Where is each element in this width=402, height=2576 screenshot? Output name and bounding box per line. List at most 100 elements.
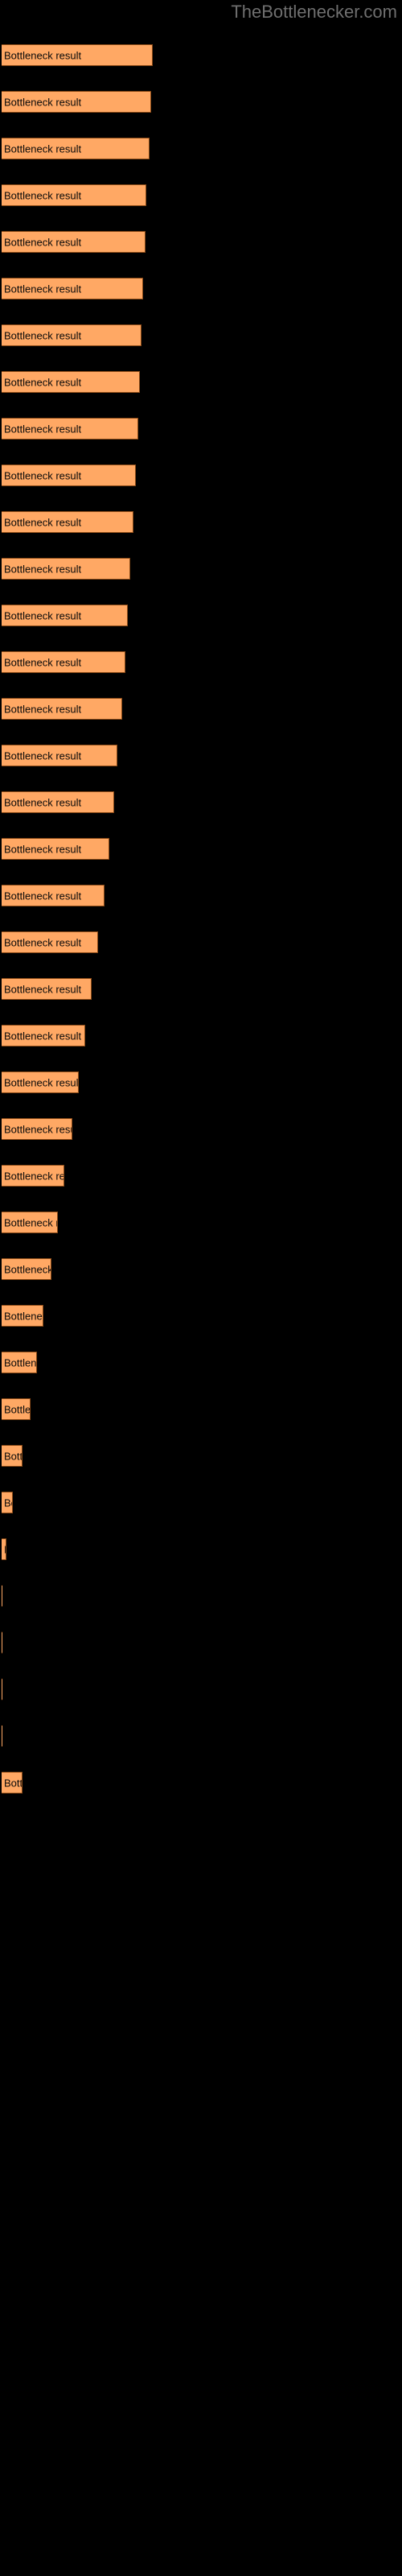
bar[interactable]: Bottleneck result [2, 278, 143, 299]
bar[interactable]: Bottleneck result [2, 138, 150, 159]
bar-chart-plot-area: Bottleneck result Bottleneck result Bottle… [0, 0, 402, 2576]
bar-row: Bottleneck result [0, 511, 402, 535]
bar[interactable]: Bottleneck result [2, 1212, 58, 1233]
bar-row: Bottleneck result [0, 1352, 402, 1375]
bar[interactable]: Bottleneck result [2, 1305, 43, 1327]
bar-label: Bottleneck result [4, 1263, 51, 1275]
bar-label: Bottleneck result [4, 983, 82, 995]
bar[interactable]: Bottleneck result [2, 698, 122, 720]
bar-label: Bottleneck result [4, 656, 82, 668]
bar[interactable]: Bottleneck result [2, 838, 109, 860]
bar-label: Bottleneck result [4, 609, 82, 621]
bar-row: Bottleneck result [0, 558, 402, 581]
bar-label: Bottleneck result [4, 376, 82, 388]
bar-row: Bottleneck result [0, 885, 402, 908]
bar[interactable]: Bottleneck result [2, 605, 128, 626]
bar[interactable]: Bottleneck result [2, 1352, 37, 1373]
bar-row [0, 1725, 402, 1748]
bar-label: Bottleneck result [4, 1543, 6, 1555]
bar-row: Bottleneck result [0, 184, 402, 208]
bar-label: Bottleneck result [4, 749, 82, 762]
bar-row [0, 1585, 402, 1608]
bar[interactable]: Bottleneck result [2, 464, 136, 486]
bar-row: Bottleneck result [0, 1118, 402, 1141]
bar-row: Bottleneck result [0, 138, 402, 161]
bar[interactable]: Bottleneck result [2, 931, 98, 953]
bar[interactable]: Bottleneck result [2, 1492, 13, 1513]
bar-label: Bottleneck result [4, 49, 82, 61]
bar-label: Bottleneck result [4, 1496, 12, 1509]
bar-row: Bottleneck result [0, 324, 402, 348]
bar-row: Bottleneck result [0, 1165, 402, 1188]
bar[interactable]: Bottleneck result [2, 885, 105, 906]
bar[interactable]: Bottleneck result [2, 1165, 64, 1187]
bar-row: Bottleneck result [0, 1025, 402, 1048]
bar-row: Bottleneck result [0, 1071, 402, 1095]
bar-row: Bottleneck result [0, 278, 402, 301]
bar-label: Bottleneck result [4, 142, 82, 155]
bar[interactable]: Bottleneck result [2, 91, 151, 113]
bar-row: Bottleneck result [0, 1492, 402, 1515]
bar[interactable]: Bottleneck result [2, 1398, 31, 1420]
bar-row [0, 1632, 402, 1655]
bar-label: Bottleneck result [4, 329, 82, 341]
bar-label: Bottleneck result [4, 1403, 31, 1415]
bar-label: Bottleneck result [4, 563, 82, 575]
bar[interactable]: Bottleneck result [2, 1118, 72, 1140]
bar[interactable]: Bottleneck result [2, 371, 140, 393]
bar-label: Bottleneck result [4, 236, 82, 248]
bar-label: Bottleneck result [4, 796, 82, 808]
bar[interactable]: Bottleneck result [2, 231, 146, 253]
bar[interactable]: Bottleneck result [2, 791, 114, 813]
bar-row: Bottleneck result [0, 745, 402, 768]
bar-row: Bottleneck result [0, 371, 402, 394]
bar[interactable]: Bottleneck result [2, 184, 146, 206]
bar[interactable]: Bottleneck result [2, 324, 142, 346]
bar-label: Bottleneck result [4, 1777, 23, 1789]
bar-row: Bottleneck result [0, 1305, 402, 1328]
bar[interactable]: Bottleneck result [2, 651, 125, 673]
bar[interactable]: Bottleneck result [2, 44, 153, 66]
bar-label: Bottleneck result [4, 703, 82, 715]
bar-row: Bottleneck result [0, 1445, 402, 1468]
bar[interactable]: Bottleneck result [2, 1445, 23, 1467]
bar-row: Bottleneck result [0, 1538, 402, 1562]
bar-row: Bottleneck result [0, 418, 402, 441]
bar[interactable]: Bottleneck result [2, 1772, 23, 1794]
bar-row: Bottleneck result [0, 91, 402, 114]
bar-row: Bottleneck result [0, 651, 402, 675]
bar[interactable]: Bottleneck result [2, 418, 138, 440]
bar-row: Bottleneck result [0, 44, 402, 68]
bar-label: Bottleneck result [4, 1450, 23, 1462]
bar-row: Bottleneck result [0, 931, 402, 955]
bar-label: Bottleneck result [4, 1123, 72, 1135]
bar[interactable]: Bottleneck result [2, 558, 130, 580]
bar-label: Bottleneck result [4, 1356, 37, 1368]
bar-label: Bottleneck result [4, 423, 82, 435]
bar-label: Bottleneck result [4, 1216, 57, 1228]
bar-label: Bottleneck result [4, 283, 82, 295]
bar[interactable]: Bottleneck result [2, 1025, 85, 1046]
bar-row: Bottleneck result [0, 1398, 402, 1422]
bar-label: Bottleneck result [4, 1076, 79, 1088]
bar[interactable]: Bottleneck result [2, 1071, 79, 1093]
bar-label: Bottleneck result [4, 516, 82, 528]
bar-label: Bottleneck result [4, 1170, 64, 1182]
bar[interactable]: Bottleneck result [2, 745, 117, 766]
bar[interactable]: Bottleneck result [2, 978, 92, 1000]
bar-row: Bottleneck result [0, 231, 402, 254]
bar-row: Bottleneck result [0, 838, 402, 861]
bar[interactable]: Bottleneck result [2, 1538, 6, 1560]
bar-row: Bottleneck result [0, 605, 402, 628]
bar-label: Bottleneck result [4, 469, 82, 481]
bar-label: Bottleneck result [4, 1030, 82, 1042]
bar[interactable]: Bottleneck result [2, 1258, 51, 1280]
bar-label: Bottleneck result [4, 1310, 43, 1322]
bar-row: Bottleneck result [0, 978, 402, 1001]
bar[interactable]: Bottleneck result [2, 511, 133, 533]
chart-root: TheBottlenecker.com Bottleneck result Bot… [0, 0, 402, 2576]
bar-row: Bottleneck result [0, 698, 402, 721]
bar-row [0, 1678, 402, 1702]
bar-label: Bottleneck result [4, 189, 82, 201]
bar-label: Bottleneck result [4, 96, 82, 108]
